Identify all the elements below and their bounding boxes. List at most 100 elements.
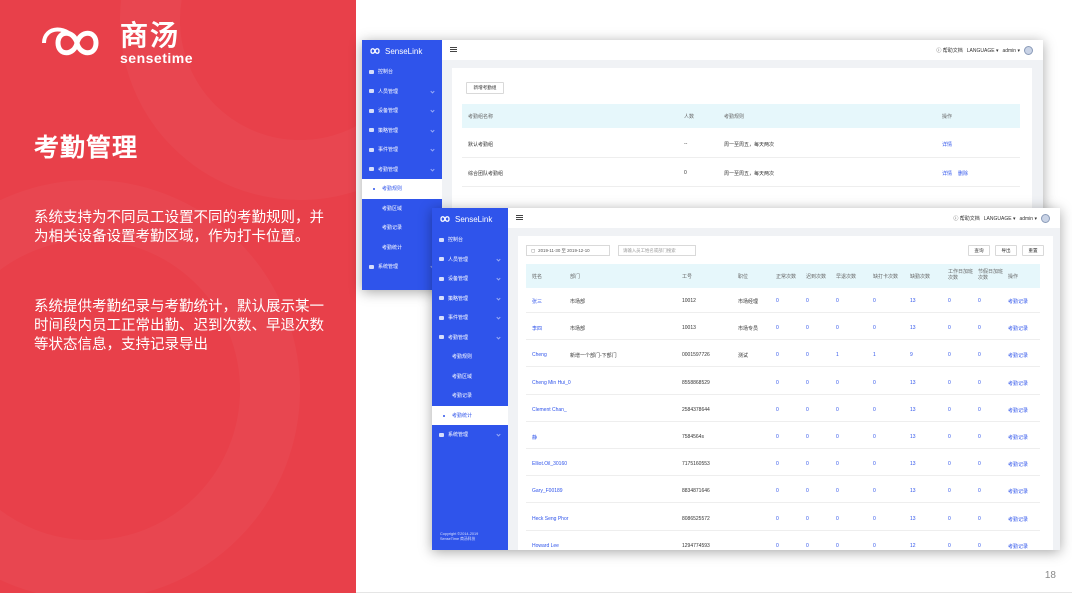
sidebar-item[interactable]: 考勤区域 [362,199,442,219]
count-link[interactable]: 0 [806,516,809,522]
count-link[interactable]: 1 [836,352,839,358]
count-link[interactable]: 0 [806,380,809,386]
count-link[interactable]: 0 [836,516,839,522]
count-link[interactable]: 0 [873,325,876,331]
count-link[interactable]: 0 [978,543,981,549]
attendance-record-link[interactable]: 考勤记录 [1008,516,1028,523]
count-link[interactable]: 0 [776,407,779,413]
sidebar-item[interactable]: 事件管理 [362,140,442,160]
count-link[interactable]: 0 [948,488,951,494]
sidebar-item[interactable]: 考勤统计 [432,405,508,425]
count-link[interactable]: 0 [978,325,981,331]
count-link[interactable]: 0 [873,380,876,386]
menu-toggle-icon[interactable] [516,215,523,220]
count-link[interactable]: 1 [873,352,876,358]
employee-name-link[interactable]: 静 [532,434,537,441]
sidebar-item[interactable]: 人员管理 [432,250,508,270]
count-link[interactable]: 0 [806,325,809,331]
count-link[interactable]: 0 [978,407,981,413]
count-link[interactable]: 0 [776,488,779,494]
add-attendance-group-button[interactable]: 新增考勤组 [466,82,504,94]
count-link[interactable]: 13 [910,380,916,386]
count-link[interactable]: 0 [776,516,779,522]
attendance-record-link[interactable]: 考勤记录 [1008,543,1028,550]
count-link[interactable]: 0 [836,298,839,304]
sidebar-item[interactable]: 考勤记录 [432,386,508,406]
attendance-record-link[interactable]: 考勤记录 [1008,434,1028,441]
count-link[interactable]: 0 [836,461,839,467]
search-input[interactable]: 请输入员工姓名或部门搜索 [618,245,696,256]
sidebar-item[interactable]: 考勤规则 [432,347,508,367]
count-link[interactable]: 0 [873,298,876,304]
count-link[interactable]: 0 [806,488,809,494]
sidebar-item[interactable]: 考勤记录 [362,218,442,238]
employee-name-link[interactable]: Howard Lee [532,543,559,549]
avatar[interactable] [1024,46,1033,55]
count-link[interactable]: 0 [948,516,951,522]
user-menu[interactable]: admin ▾ [1002,48,1020,54]
count-link[interactable]: 0 [806,352,809,358]
count-link[interactable]: 0 [948,434,951,440]
count-link[interactable]: 0 [948,543,951,549]
delete-link[interactable]: 删除 [958,170,968,177]
count-link[interactable]: 0 [806,543,809,549]
attendance-record-link[interactable]: 考勤记录 [1008,380,1028,387]
sidebar-item[interactable]: 考勤管理 [362,160,442,180]
count-link[interactable]: 0 [978,461,981,467]
query-button[interactable]: 查询 [968,245,990,256]
employee-name-link[interactable]: 张三 [532,298,542,305]
count-link[interactable]: 0 [806,461,809,467]
count-link[interactable]: 13 [910,298,916,304]
employee-name-link[interactable]: Clement Chan_ [532,407,567,413]
count-link[interactable]: 13 [910,434,916,440]
sidebar-item[interactable]: 系统管理 [432,425,508,445]
sidebar-item[interactable]: 设备管理 [362,101,442,121]
menu-toggle-icon[interactable] [450,47,457,52]
count-link[interactable]: 0 [873,434,876,440]
sidebar-item[interactable]: 策略管理 [362,121,442,141]
attendance-record-link[interactable]: 考勤记录 [1008,298,1028,305]
sidebar-item[interactable]: 考勤区域 [432,367,508,387]
count-link[interactable]: 13 [910,325,916,331]
count-link[interactable]: 13 [910,461,916,467]
sidebar-item[interactable]: 设备管理 [432,269,508,289]
count-link[interactable]: 0 [948,407,951,413]
sidebar-item[interactable]: 控制台 [362,62,442,82]
count-link[interactable]: 0 [978,488,981,494]
count-link[interactable]: 0 [948,461,951,467]
count-link[interactable]: 0 [836,488,839,494]
count-link[interactable]: 0 [948,352,951,358]
attendance-record-link[interactable]: 考勤记录 [1008,461,1028,468]
count-link[interactable]: 0 [873,488,876,494]
employee-name-link[interactable]: Cheng Min Hui_0 [532,380,571,386]
attendance-record-link[interactable]: 考勤记录 [1008,488,1028,495]
sidebar-item[interactable]: 考勤管理 [432,328,508,348]
employee-name-link[interactable]: Elliot.Oil_30160 [532,461,567,467]
count-link[interactable]: 13 [910,488,916,494]
help-docs-link[interactable]: ⓘ 帮助文档 [936,47,962,54]
count-link[interactable]: 0 [806,298,809,304]
count-link[interactable]: 0 [873,461,876,467]
count-link[interactable]: 9 [910,352,913,358]
count-link[interactable]: 0 [776,298,779,304]
count-link[interactable]: 0 [776,543,779,549]
avatar[interactable] [1041,214,1050,223]
sidebar-item[interactable]: 考勤统计 [362,238,442,258]
sidebar-item[interactable]: 系统管理 [362,257,442,277]
export-button[interactable]: 导出 [995,245,1017,256]
details-link[interactable]: 详情 [942,141,952,148]
sidebar-item[interactable]: 策略管理 [432,289,508,309]
count-link[interactable]: 13 [910,516,916,522]
count-link[interactable]: 0 [978,380,981,386]
sidebar-item[interactable]: 控制台 [432,230,508,250]
date-range-picker[interactable]: ▢ 2019-11-30 至 2019-12-10 [526,245,610,256]
count-link[interactable]: 13 [910,407,916,413]
language-dropdown[interactable]: LANGUAGE ▾ [984,216,1016,222]
count-link[interactable]: 0 [806,407,809,413]
count-link[interactable]: 0 [948,380,951,386]
attendance-record-link[interactable]: 考勤记录 [1008,352,1028,359]
attendance-record-link[interactable]: 考勤记录 [1008,325,1028,332]
count-link[interactable]: 0 [948,298,951,304]
count-link[interactable]: 0 [806,434,809,440]
count-link[interactable]: 0 [836,434,839,440]
